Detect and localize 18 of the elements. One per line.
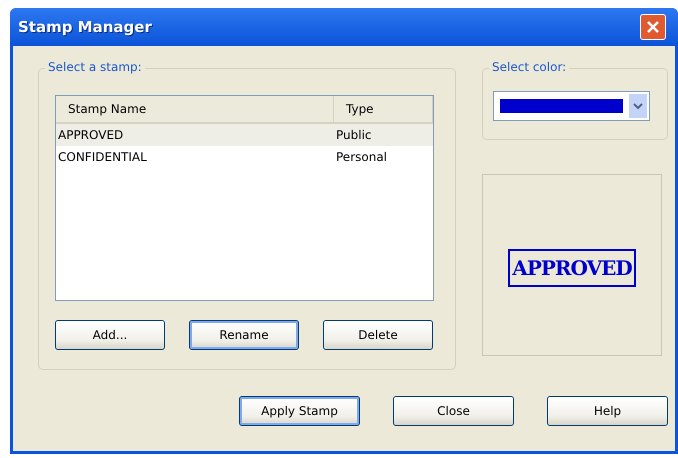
stamp-name: CONFIDENTIAL <box>57 150 148 164</box>
stamp-list[interactable]: Stamp Name Type APPROVED Public CONFIDENTIAL Personal <box>55 95 434 301</box>
column-header[interactable]: Type <box>334 96 433 122</box>
column-header[interactable]: Stamp Name <box>56 96 334 122</box>
group-label: Select color: <box>489 60 570 74</box>
action-button[interactable]: Add... <box>55 320 165 350</box>
action-button[interactable]: Delete <box>323 320 433 350</box>
dialog-button[interactable]: Help <box>547 396 668 426</box>
stamp-name: APPROVED <box>57 128 124 142</box>
list-row[interactable]: APPROVED Public <box>56 124 433 146</box>
group-label: Select a stamp: <box>45 60 145 74</box>
stamp-text: APPROVED <box>508 249 636 287</box>
action-button[interactable]: Rename <box>189 320 299 350</box>
dialog-button[interactable]: Apply Stamp <box>239 396 360 426</box>
stamp-type: Personal <box>335 150 388 164</box>
dialog-button[interactable]: Close <box>393 396 514 426</box>
stamp-type: Public <box>335 128 373 142</box>
window-title: Stamp Manager <box>18 18 152 36</box>
